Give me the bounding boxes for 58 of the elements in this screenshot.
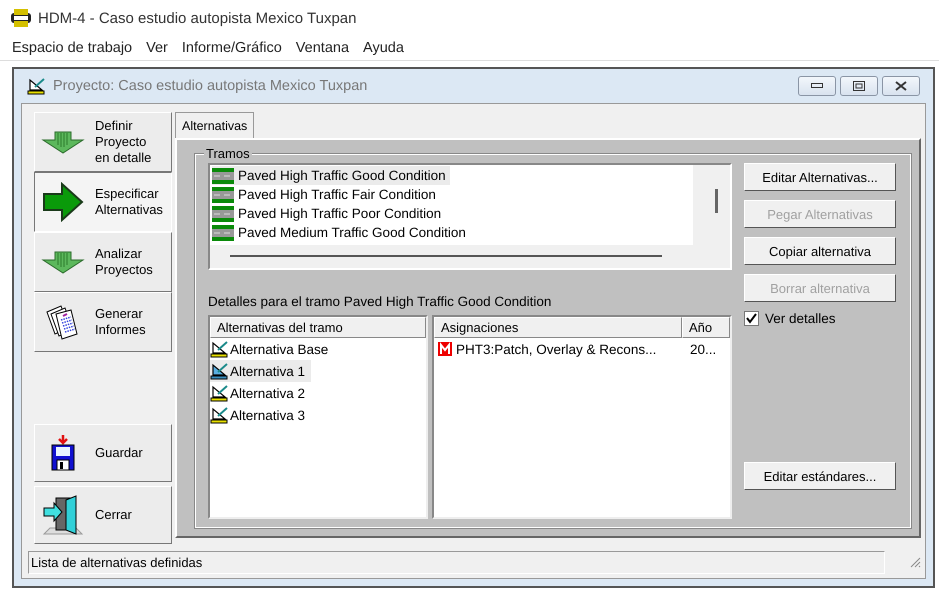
maintenance-icon <box>438 342 452 356</box>
step-button[interactable]: Definir Proyecto en detalle <box>34 112 172 172</box>
road-icon <box>212 224 234 240</box>
details-label: Detalles para el tramo Paved High Traffic Good Condition <box>208 294 552 309</box>
table-cell-text: PHT3:Patch, Overlay & Recons... <box>456 342 658 356</box>
right-arrow-icon <box>42 182 84 222</box>
menu-item[interactable]: Espacio de trabajo <box>6 38 138 58</box>
down-arrow-icon <box>41 130 85 154</box>
maximize-button[interactable] <box>840 76 878 96</box>
menu-item[interactable]: Ventana <box>290 38 356 58</box>
alternative-icon <box>210 362 230 380</box>
down-arrow-icon <box>41 250 85 274</box>
minimize-button[interactable] <box>798 76 836 96</box>
scrollbar-thumb[interactable] <box>230 255 662 257</box>
road-icon <box>212 186 234 202</box>
column-header[interactable]: Alternativas del tramo <box>210 317 426 338</box>
status-bar: Lista de alternativas definidas <box>28 550 885 574</box>
menu-item[interactable]: Ver <box>140 38 174 58</box>
exit-door-icon <box>42 494 84 536</box>
step-button[interactable]: Especificar Alternativas <box>34 172 172 232</box>
road-icon <box>212 206 234 222</box>
action-button[interactable]: Copiar alternativa <box>744 237 896 265</box>
column-header[interactable]: Año <box>682 317 730 338</box>
column-header[interactable]: Asignaciones <box>434 317 682 338</box>
window-title: Proyecto: Caso estudio autopista Mexico Tuxpan <box>53 78 368 94</box>
scrollbar-thumb[interactable] <box>715 189 718 213</box>
minimize-icon <box>811 83 823 89</box>
group-title: Tramos <box>204 146 252 161</box>
action-button[interactable]: Editar Alternativas... <box>744 163 896 191</box>
section-item[interactable]: Paved High Traffic Fair Condition <box>212 185 440 204</box>
menu-item[interactable]: Informe/Gráfico <box>176 38 288 58</box>
road-icon <box>212 168 234 184</box>
checkbox[interactable] <box>744 311 759 326</box>
alternative-item[interactable]: Alternativa 1 <box>210 360 312 382</box>
restore-icon <box>853 81 865 91</box>
app-logo-icon <box>10 9 32 27</box>
checkbox-label[interactable]: Ver detalles <box>765 311 836 326</box>
app-title: HDM-4 - Caso estudio autopista Mexico Tuxpan <box>38 10 356 26</box>
resize-grip-icon <box>909 556 921 568</box>
project-icon <box>27 77 47 95</box>
sections-list[interactable]: Paved High Traffic Good Condition Paved High Traffic Fair Condition Paved High Traffic Poor Condition Paved Medium Traffic Good Condition <box>208 163 732 270</box>
section-item[interactable]: Paved Medium Traffic Good Condition <box>212 223 470 242</box>
step-button[interactable]: Analizar Proyectos <box>34 232 172 292</box>
section-item[interactable]: Paved High Traffic Good Condition <box>212 166 450 185</box>
alternative-item[interactable]: Alternativa 2 <box>210 382 312 404</box>
close-window-button[interactable]: Cerrar <box>34 486 172 544</box>
alternative-item[interactable]: Alternativa Base <box>210 338 334 360</box>
close-button[interactable] <box>882 76 920 96</box>
menu-item[interactable]: Ayuda <box>357 38 410 58</box>
tab[interactable]: Alternativas <box>175 112 254 138</box>
alternative-item[interactable]: Alternativa 3 <box>210 404 312 426</box>
edit-standards-button[interactable]: Editar estándares... <box>744 462 896 490</box>
table-cell-text: 20... <box>690 342 718 356</box>
close-icon <box>895 81 907 91</box>
section-item[interactable]: Paved High Traffic Poor Condition <box>212 204 446 223</box>
save-button[interactable]: Guardar <box>34 424 172 482</box>
step-button[interactable]: Generar Informes <box>34 292 172 352</box>
floppy-disk-icon <box>50 435 76 471</box>
